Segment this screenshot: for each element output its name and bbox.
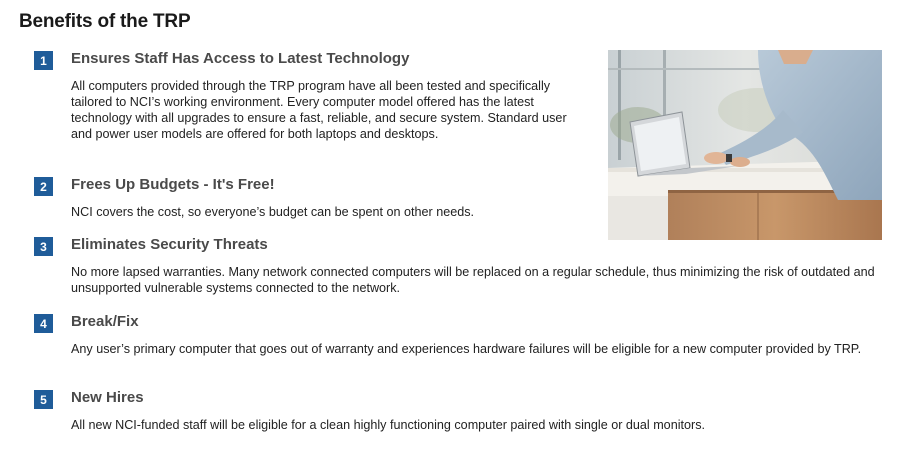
benefits-section: Benefits of the TRP 1 Ensures Staff Has … [0, 0, 900, 461]
benefit-heading: Ensures Staff Has Access to Latest Techn… [71, 50, 410, 67]
benefit-description: All computers provided through the TRP p… [71, 79, 567, 141]
benefit-heading: Break/Fix [71, 313, 139, 330]
benefit-description: No more lapsed warranties. Many network … [71, 265, 875, 295]
benefit-heading: Eliminates Security Threats [71, 236, 268, 253]
laptop-user-illustration [608, 50, 882, 240]
benefit-number-badge: 3 [34, 237, 53, 256]
benefit-heading: New Hires [71, 389, 144, 406]
benefit-number-badge: 5 [34, 390, 53, 409]
benefit-heading: Frees Up Budgets - It's Free! [71, 176, 275, 193]
benefit-number-badge: 1 [34, 51, 53, 70]
laptop-user-photo [608, 50, 882, 240]
benefit-description: Any user’s primary computer that goes ou… [71, 342, 862, 356]
benefit-description: NCI covers the cost, so everyone’s budge… [71, 205, 475, 219]
benefit-number-badge: 4 [34, 314, 53, 333]
benefit-description: All new NCI-funded staff will be eligibl… [71, 418, 705, 432]
benefit-number-badge: 2 [34, 177, 53, 196]
page-title: Benefits of the TRP [19, 11, 191, 32]
